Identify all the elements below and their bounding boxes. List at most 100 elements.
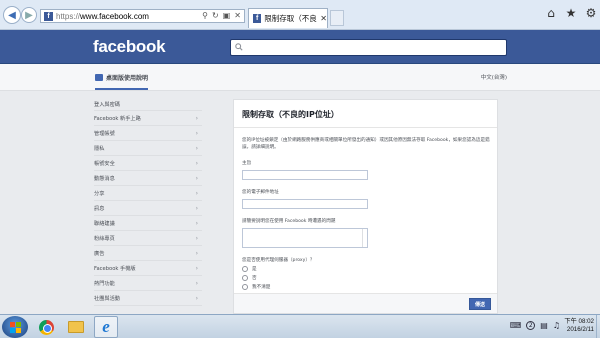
address-bar-icons: ⚲ ↻ ▣ ✕ xyxy=(202,11,241,20)
sidebar-item[interactable]: Facebook 新手上路 › xyxy=(94,111,202,126)
windows-taskbar: e ⌨ 2 ▤ ♫ 下午 08:02 2016/2/11 xyxy=(0,314,600,338)
browser-toolbar-icons: ⌂ ★ ⚙ xyxy=(544,6,598,20)
radio-label: 否 xyxy=(252,276,257,281)
proxy-option-unsure[interactable]: 我不清楚 xyxy=(242,284,489,290)
arrow-right-icon: ▶ xyxy=(25,9,33,21)
sidebar-item[interactable]: 登入與密碼 xyxy=(94,99,202,111)
sidebar-item[interactable]: 帳號安全 › xyxy=(94,156,202,171)
description-textarea[interactable] xyxy=(242,228,368,248)
form-title: 限制存取（不良的IP位址） xyxy=(242,110,339,119)
network-icon[interactable]: ▤ xyxy=(540,321,548,330)
chevron-right-icon: › xyxy=(195,129,198,137)
start-button[interactable] xyxy=(2,316,28,338)
chevron-right-icon: › xyxy=(195,174,198,182)
sidebar-item[interactable]: 廣告 › xyxy=(94,246,202,261)
chevron-right-icon: › xyxy=(195,114,198,122)
sidebar-item-label: 分享 xyxy=(94,190,105,197)
system-tray: ⌨ 2 ▤ ♫ xyxy=(510,321,560,330)
search-icon xyxy=(235,43,243,51)
browser-toolbar: ◀ ▶ f https://www.facebook.com ⚲ ↻ ▣ ✕ f… xyxy=(0,0,600,30)
radio-button[interactable] xyxy=(242,266,248,272)
sidebar-item-label: 粉絲專頁 xyxy=(94,235,115,242)
clock-date: 2016/2/11 xyxy=(566,326,594,333)
sidebar-item[interactable]: 分享 › xyxy=(94,186,202,201)
chevron-right-icon: › xyxy=(195,249,198,257)
radio-label: 我不清楚 xyxy=(252,285,271,290)
sidebar-item-label: 動態消息 xyxy=(94,175,115,182)
sidebar-item[interactable]: 隱私 › xyxy=(94,141,202,156)
chevron-right-icon: › xyxy=(195,294,198,302)
sidebar-item-label: 聯絡建議 xyxy=(94,220,115,227)
facebook-favicon-icon: f xyxy=(44,11,53,21)
chevron-right-icon: › xyxy=(195,234,198,242)
lock-icon[interactable]: ▣ xyxy=(223,11,231,20)
sidebar-item[interactable]: 動態消息 › xyxy=(94,171,202,186)
textarea-scrollbar[interactable] xyxy=(362,229,367,247)
sidebar-item[interactable]: 管理帳號 › xyxy=(94,126,202,141)
new-tab-button[interactable] xyxy=(330,10,344,26)
home-icon[interactable]: ⌂ xyxy=(544,6,558,20)
back-button[interactable]: ◀ xyxy=(3,6,21,24)
radio-button[interactable] xyxy=(242,284,248,290)
send-button[interactable]: 傳送 xyxy=(469,298,491,310)
facebook-favicon-icon: f xyxy=(253,14,262,23)
sidebar-item-label: 社團與活動 xyxy=(94,295,120,302)
system-clock[interactable]: 下午 08:02 2016/2/11 xyxy=(564,318,594,334)
refresh-icon[interactable]: ↻ xyxy=(212,11,219,20)
email-input[interactable] xyxy=(242,199,368,209)
windows-logo-icon xyxy=(9,321,21,333)
sidebar-item[interactable]: 聯絡建議 › xyxy=(94,216,202,231)
sidebar-item-label: Facebook 新手上路 xyxy=(94,115,141,122)
volume-icon[interactable]: ♫ xyxy=(553,321,560,330)
tab-title: 限制存取（不良的IP… xyxy=(264,14,317,23)
chrome-taskbar-button[interactable] xyxy=(34,316,58,338)
sidebar-item[interactable]: 訊息 › xyxy=(94,201,202,216)
sidebar-item-label: 隱私 xyxy=(94,145,105,152)
tab-restricted-access[interactable]: f 限制存取（不良的IP… ✕ xyxy=(248,8,328,28)
chevron-right-icon: › xyxy=(195,279,198,287)
sidebar-item-label: 廣告 xyxy=(94,250,105,257)
notification-count-icon[interactable]: 2 xyxy=(526,321,536,330)
proxy-option-yes[interactable]: 是 xyxy=(242,266,489,272)
sidebar-item[interactable]: 熱門功能 › xyxy=(94,276,202,291)
close-icon[interactable]: ✕ xyxy=(234,11,241,20)
sidebar-item[interactable]: 粉絲專頁 › xyxy=(94,231,202,246)
facebook-header: facebook xyxy=(0,30,600,64)
sidebar-item[interactable]: Facebook 手機版 › xyxy=(94,261,202,276)
arrow-left-icon: ◀ xyxy=(8,9,16,21)
contact-form-card: 限制存取（不良的IP位址） 您的IP位址被鎖定（由於網路服務供應商或相關單位所發… xyxy=(233,99,498,314)
help-center-title-link[interactable]: 桌面版使用說明 xyxy=(95,70,149,90)
star-icon[interactable]: ★ xyxy=(564,6,578,20)
help-center-title: 桌面版使用說明 xyxy=(106,75,149,82)
search-input[interactable] xyxy=(230,39,507,56)
help-sidebar: 登入與密碼 Facebook 新手上路 › 管理帳號 › 隱私 › 帳號安全 › 動態消息 › 分享 ›… xyxy=(94,99,202,306)
sidebar-item-label: Facebook 手機版 xyxy=(94,265,136,272)
search-icon[interactable]: ⚲ xyxy=(202,11,208,20)
sidebar-item[interactable]: 社團與活動 › xyxy=(94,291,202,306)
internet-explorer-taskbar-button[interactable]: e xyxy=(94,316,118,338)
form-header: 限制存取（不良的IP位址） xyxy=(234,100,497,128)
language-selector[interactable]: 中文(台灣) xyxy=(481,73,507,81)
keyboard-icon[interactable]: ⌨ xyxy=(510,321,522,330)
explorer-taskbar-button[interactable] xyxy=(64,316,88,338)
chevron-right-icon: › xyxy=(195,144,198,152)
proxy-option-no[interactable]: 否 xyxy=(242,275,489,281)
chevron-right-icon: › xyxy=(195,189,198,197)
show-desktop-button[interactable] xyxy=(596,315,600,338)
folder-icon xyxy=(68,321,84,333)
radio-button[interactable] xyxy=(242,275,248,281)
url-text: https://www.facebook.com xyxy=(56,11,149,21)
sidebar-item-label: 訊息 xyxy=(94,205,105,212)
sidebar-item-label: 管理帳號 xyxy=(94,130,115,137)
forward-button[interactable]: ▶ xyxy=(21,7,37,23)
facebook-logo[interactable]: facebook xyxy=(93,37,166,57)
chevron-right-icon: › xyxy=(195,219,198,227)
address-bar[interactable]: f https://www.facebook.com ⚲ ↻ ▣ ✕ xyxy=(40,9,245,23)
gear-icon[interactable]: ⚙ xyxy=(584,6,598,20)
sidebar-item-label: 熱門功能 xyxy=(94,280,115,287)
chevron-right-icon: › xyxy=(195,264,198,272)
form-footer: 傳送 xyxy=(234,293,497,313)
clock-time: 下午 08:02 xyxy=(564,318,594,325)
tab-close-icon[interactable]: ✕ xyxy=(320,14,327,23)
subject-input[interactable] xyxy=(242,170,368,180)
